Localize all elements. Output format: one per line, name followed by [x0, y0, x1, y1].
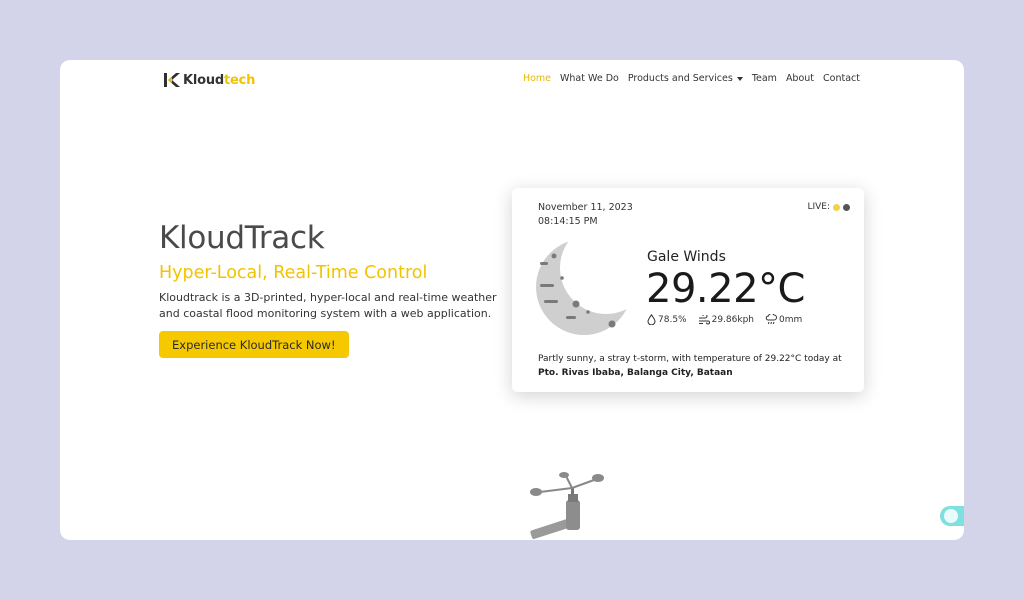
live-dot-gray	[843, 203, 850, 211]
live-label: LIVE:	[807, 202, 830, 212]
hero-title: KloudTrack	[159, 220, 325, 256]
humidity-value: 78.5%	[658, 314, 687, 325]
live-indicator: LIVE:	[807, 202, 850, 212]
weather-condition: Gale Winds	[647, 249, 726, 265]
wind-value: 29.86kph	[711, 314, 754, 325]
wind-icon	[698, 314, 710, 324]
weather-time: 08:14:15 PM	[538, 216, 598, 227]
weather-date: November 11, 2023	[538, 202, 633, 213]
rain-icon	[765, 314, 777, 325]
weather-summary-text: Partly sunny, a stray t-storm, with temp…	[538, 354, 842, 364]
brand-name-part1: Kloud	[183, 72, 225, 88]
wind-stat: 29.86kph	[698, 314, 754, 325]
weather-station-image	[530, 472, 604, 540]
rain-stat: 0mm	[765, 314, 802, 325]
nav-products-label: Products and Services	[627, 73, 733, 84]
nav-about[interactable]: About	[786, 73, 814, 84]
toggle-switch[interactable]	[940, 506, 964, 526]
moon-icon	[536, 239, 632, 335]
main-nav: Home What We Do Products and Services Te…	[523, 73, 860, 84]
weather-summary-location: Pto. Rivas Ibaba, Balanga City, Bataan	[538, 368, 733, 378]
experience-cta-button[interactable]: Experience KloudTrack Now!	[159, 331, 349, 358]
brand-logo[interactable]: Kloudtech	[163, 69, 255, 91]
humidity-stat: 78.5%	[647, 314, 687, 325]
browser-page: Kloudtech Home What We Do Products and S…	[60, 60, 964, 540]
nav-what-we-do[interactable]: What We Do	[560, 73, 619, 84]
nav-contact[interactable]: Contact	[823, 73, 860, 84]
rain-value: 0mm	[779, 314, 803, 325]
brand-name-part2: tech	[224, 72, 256, 88]
nav-team[interactable]: Team	[752, 73, 777, 84]
droplet-icon	[647, 314, 656, 325]
caret-down-icon	[736, 76, 743, 81]
hero-description: Kloudtrack is a 3D-printed, hyper-local …	[159, 291, 497, 320]
weather-stats: 78.5% 29.86kph 0mm	[647, 314, 802, 325]
nav-home[interactable]: Home	[523, 73, 551, 84]
live-dot-yellow	[833, 203, 840, 211]
weather-summary: Partly sunny, a stray t-storm, with temp…	[538, 352, 858, 380]
logo-icon	[164, 73, 180, 87]
brand-name: Kloudtech	[183, 73, 255, 88]
hero-subtitle: Hyper-Local, Real-Time Control	[159, 263, 428, 283]
weather-card: November 11, 2023 08:14:15 PM LIVE: Gale…	[512, 188, 864, 392]
temperature-value: 29.22°C	[646, 266, 805, 312]
nav-products-and-services[interactable]: Products and Services	[628, 73, 743, 84]
